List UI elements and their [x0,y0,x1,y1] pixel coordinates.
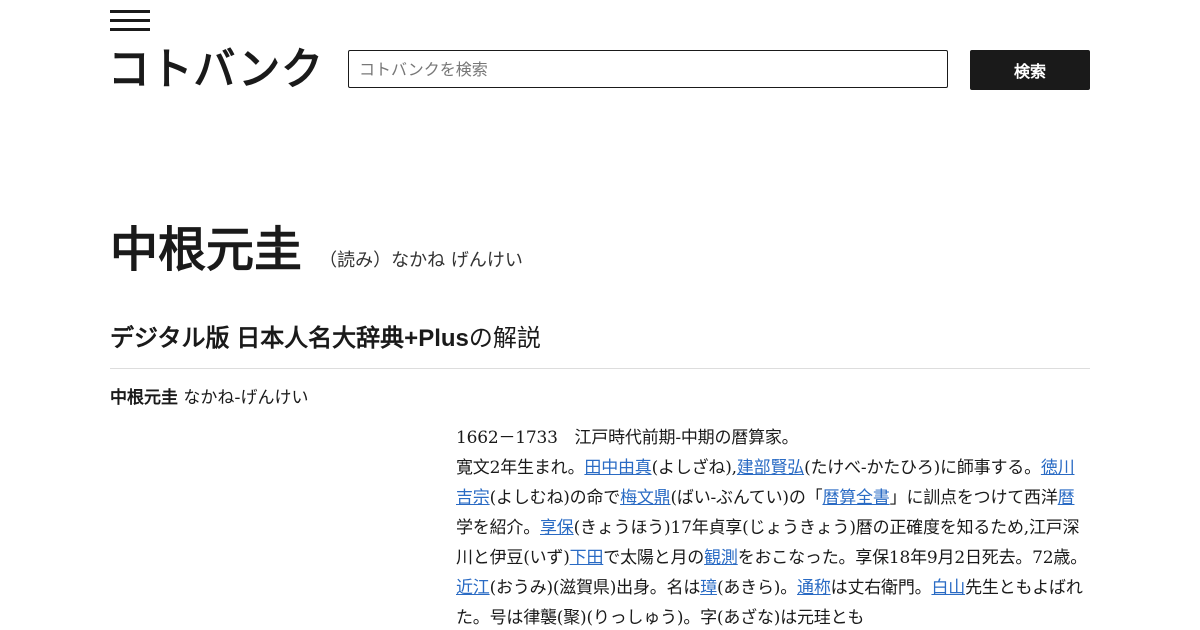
entry-text: 」に訓点をつけて西洋 [889,488,1058,508]
site-logo[interactable]: コトバンク [108,44,324,96]
entry-link[interactable]: 暦 [1058,488,1075,508]
search-button[interactable]: 検索 [970,50,1090,90]
search-input[interactable] [348,50,948,88]
entry-link[interactable]: 享保 [540,518,574,538]
page: コトバンク 検索 中根元圭 （読み）なかね げんけい デジタル版 日本人名大辞典… [0,0,1200,630]
entry-text: 1662－1733 江戸時代前期-中期の暦算家。 [456,428,799,448]
title-reading: （読み）なかね げんけい [319,250,523,271]
entry-text: (よしざね), [651,458,737,478]
entry-name: 中根元圭 [110,388,178,408]
entry-text: 学を紹介。 [456,518,540,538]
entry-text: で太陽と月の [603,548,705,568]
entry-text: をおこなった。享保18年9月2日死去。72歳。 [737,548,1087,568]
entry-heading: 中根元圭 なかね-げんけい [110,386,309,410]
entry-text: (ばい-ぶんてい)の「 [670,488,823,508]
dictionary-source-heading: デジタル版 日本人名大辞典+Plusの解説 [110,321,541,356]
hamburger-menu-icon[interactable] [110,10,150,31]
entry-link[interactable]: 梅文鼎 [620,488,671,508]
section-divider [110,368,1090,369]
entry-text: (おうみ)(滋賀県)出身。名は [489,578,701,598]
entry-link[interactable]: 白山 [931,578,965,598]
entry-link[interactable]: 通称 [797,578,831,598]
entry-text: (よしむね)の命で [489,488,621,508]
entry-text: (たけべ-かたひろ)に師事する。 [804,458,1041,478]
entry-link[interactable]: 下田 [570,548,604,568]
entry-link[interactable]: 観測 [704,548,738,568]
entry-text: 寛文2年生まれ。 [456,458,585,478]
title-row: 中根元圭 （読み）なかね げんけい [110,216,523,284]
entry-link[interactable]: 田中由真 [584,458,651,478]
entry-link[interactable]: 近江 [456,578,490,598]
entry-link[interactable]: 暦算全書 [822,488,889,508]
entry-reading: なかね-げんけい [178,388,309,408]
dictionary-source-name: デジタル版 日本人名大辞典+Plus [110,325,469,352]
page-title: 中根元圭 [110,222,303,278]
entry-body: 1662－1733 江戸時代前期-中期の暦算家。 寛文2年生まれ。田中由真(よしざ… [456,423,1090,630]
entry-link[interactable]: 建部賢弘 [737,458,804,478]
entry-link[interactable]: 璋 [700,578,717,598]
entry-text: (あきら)。 [716,578,798,598]
entry-text: は丈右衛門。 [830,578,932,598]
dictionary-source-suffix: の解説 [468,324,541,352]
